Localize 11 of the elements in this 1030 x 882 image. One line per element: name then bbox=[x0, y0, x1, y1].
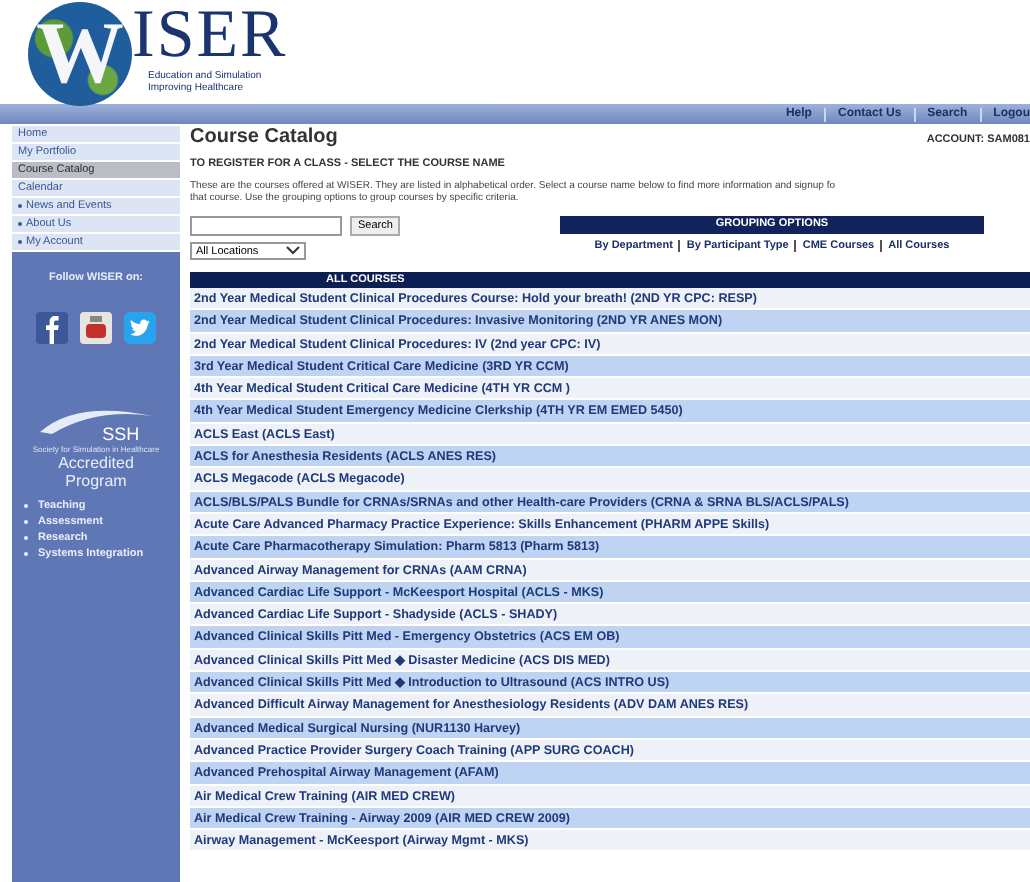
page-title: Course Catalog bbox=[190, 126, 338, 148]
ssh-logo-text: SSH bbox=[102, 424, 140, 444]
accredited-title: Program bbox=[65, 472, 127, 490]
youtube-icon[interactable] bbox=[80, 312, 112, 344]
facebook-icon[interactable] bbox=[36, 312, 68, 344]
chevron-icon bbox=[286, 246, 300, 256]
search-field[interactable] bbox=[190, 216, 342, 236]
twitter-icon[interactable] bbox=[124, 312, 156, 344]
globe-logo: W bbox=[28, 2, 132, 106]
logo-wordmark: ISER bbox=[132, 2, 288, 70]
accredited-title: Accredited bbox=[58, 454, 134, 472]
